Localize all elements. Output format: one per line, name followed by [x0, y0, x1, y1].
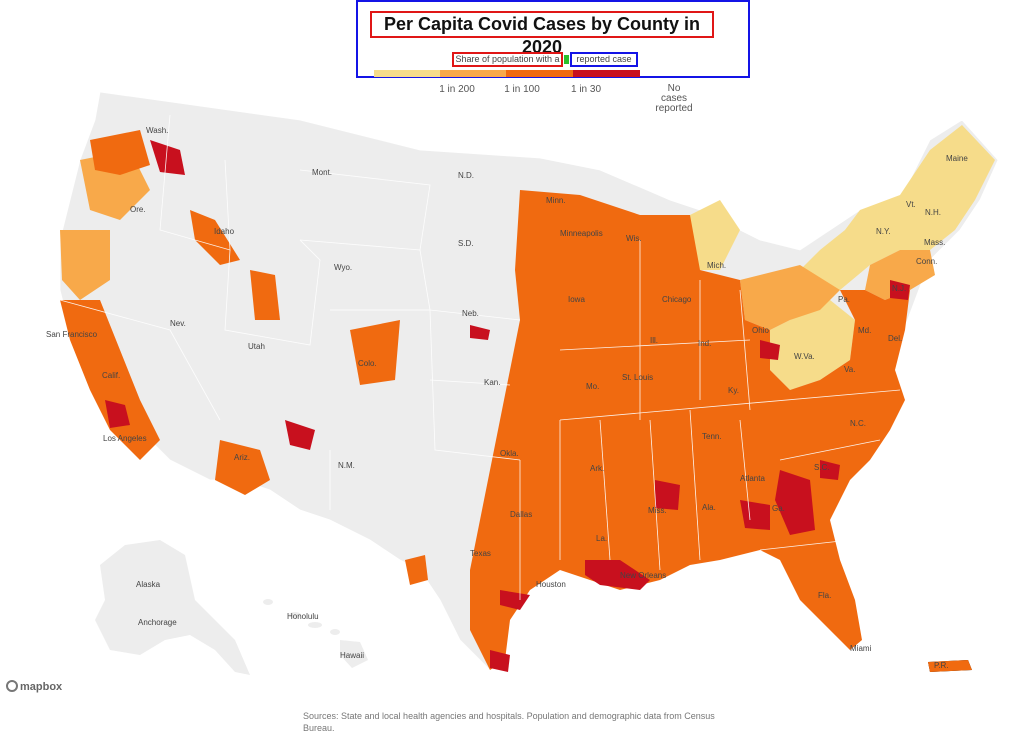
label-chicago: Chicago [662, 295, 692, 304]
legend-swatch-4 [573, 70, 640, 77]
legend-subtitle-part2: reported case [570, 52, 638, 67]
label-utah: Utah [248, 342, 265, 351]
label-ny: N.Y. [876, 227, 891, 236]
source-note: Sources: State and local health agencies… [303, 711, 715, 733]
label-nh: N.H. [925, 208, 941, 217]
label-nm: N.M. [338, 461, 355, 470]
label-minneapolis: Minneapolis [560, 229, 603, 238]
label-anchorage: Anchorage [138, 618, 177, 627]
legend-swatch-3 [506, 70, 573, 77]
label-alaska: Alaska [136, 580, 161, 589]
legend-swatch-1 [374, 70, 440, 77]
mapbox-attribution[interactable]: mapbox [6, 680, 62, 693]
label-idaho: Idaho [214, 227, 235, 236]
label-nd: N.D. [458, 171, 474, 180]
alaska-landmass [95, 540, 250, 675]
label-del: Del. [888, 334, 902, 343]
label-va: Va. [844, 365, 855, 374]
label-minn: Minn. [546, 196, 566, 205]
label-honolulu: Honolulu [287, 612, 319, 621]
label-atlanta: Atlanta [740, 474, 765, 483]
legend-no-cases: No cases reported [655, 83, 693, 114]
label-nj: N.J. [892, 284, 906, 293]
legend-tick-1: 1 in 200 [439, 84, 475, 95]
label-miss: Miss. [648, 506, 667, 515]
label-la: Los Angeles [103, 434, 147, 443]
label-pa: Pa. [838, 295, 850, 304]
legend-subtitle-part1: Share of population with a [452, 52, 563, 67]
label-ala: Ala. [702, 503, 716, 512]
label-colo: Colo. [358, 359, 377, 368]
label-wis: Wis. [626, 234, 642, 243]
legend-tick-3: 1 in 30 [570, 84, 602, 95]
mapbox-icon [6, 680, 18, 692]
label-tenn: Tenn. [702, 432, 722, 441]
label-iowa: Iowa [568, 295, 585, 304]
us-county-map: Wash. Ore. Idaho Mont. N.D. S.D. Wyo. Ne… [46, 91, 999, 675]
label-neb: Neb. [462, 309, 479, 318]
label-neworleans: New Orleans [620, 571, 666, 580]
label-miami: Miami [850, 644, 872, 653]
label-calif: Calif. [102, 371, 120, 380]
label-stlouis: St. Louis [622, 373, 653, 382]
legend-tick-2: 1 in 100 [504, 84, 540, 95]
label-kan: Kan. [484, 378, 500, 387]
label-mont: Mont. [312, 168, 332, 177]
label-ariz: Ariz. [234, 453, 250, 462]
label-conn: Conn. [916, 257, 937, 266]
label-ga: Ga. [772, 504, 785, 513]
label-sc: S.C. [814, 463, 830, 472]
label-md: Md. [858, 326, 871, 335]
label-dallas: Dallas [510, 510, 532, 519]
mapbox-label: mapbox [20, 681, 63, 693]
label-la-state: La. [596, 534, 607, 543]
label-pr: P.R. [934, 661, 949, 670]
label-mo: Mo. [586, 382, 599, 391]
label-nev: Nev. [170, 319, 186, 328]
label-ore: Ore. [130, 205, 146, 214]
label-nc: N.C. [850, 419, 866, 428]
label-sd: S.D. [458, 239, 474, 248]
label-texas: Texas [470, 549, 491, 558]
label-maine: Maine [946, 154, 968, 163]
label-ohio: Ohio [752, 326, 769, 335]
label-ark: Ark. [590, 464, 604, 473]
label-fla: Fla. [818, 591, 831, 600]
label-wyo: Wyo. [334, 263, 352, 272]
label-mass: Mass. [924, 238, 945, 247]
label-ky: Ky. [728, 386, 739, 395]
label-hawaii: Hawaii [340, 651, 364, 660]
legend-color-bar [374, 70, 640, 77]
legend-swatch-2 [440, 70, 506, 77]
label-ind: Ind. [698, 339, 711, 348]
label-mich: Mich. [707, 261, 726, 270]
label-houston: Houston [536, 580, 566, 589]
label-vt: Vt. [906, 200, 916, 209]
label-sf: San Francisco [46, 330, 98, 339]
page-title: Per Capita Covid Cases by County in 2020 [370, 11, 714, 57]
label-wva: W.Va. [794, 352, 815, 361]
legend-marker [564, 55, 569, 64]
label-wash: Wash. [146, 126, 168, 135]
label-ill: Ill. [650, 336, 658, 345]
label-okla: Okla. [500, 449, 519, 458]
